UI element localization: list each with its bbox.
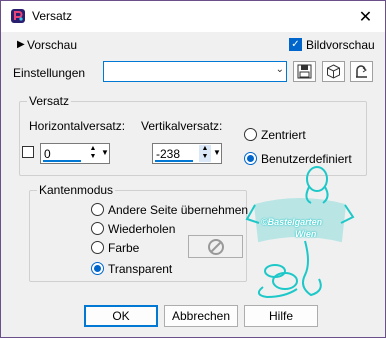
dialog-window: Versatz ✕ ▶ Vorschau ✓ Bildvorschau Eins… bbox=[0, 0, 386, 338]
versatz-group-label: Versatz bbox=[27, 94, 72, 108]
edge-mode-radio[interactable] bbox=[91, 222, 104, 235]
cube-icon bbox=[327, 64, 340, 79]
close-button[interactable]: ✕ bbox=[346, 1, 385, 32]
dropdown-arrow-icon[interactable]: ▼ bbox=[213, 148, 221, 157]
edge-mode-option: Transparent bbox=[108, 262, 173, 276]
settings-label: Einstellungen bbox=[13, 66, 86, 80]
dropdown-arrow-icon[interactable]: ▼ bbox=[101, 148, 109, 157]
save-preset-button[interactable] bbox=[293, 61, 316, 82]
save-icon bbox=[297, 64, 312, 79]
spin-updown-icon[interactable]: ▲ ▼ bbox=[199, 145, 211, 162]
expand-chevron-icon[interactable]: ▶ bbox=[17, 39, 25, 50]
title-bar[interactable]: Versatz ✕ bbox=[1, 1, 385, 32]
zentriert-label: Zentriert bbox=[261, 128, 306, 142]
help-button[interactable]: Hilfe bbox=[244, 305, 318, 327]
window-title: Versatz bbox=[32, 9, 73, 23]
edge-mode-option: Farbe bbox=[108, 241, 140, 255]
help-label: Hilfe bbox=[268, 309, 293, 323]
bildvorschau-label: Bildvorschau bbox=[306, 38, 375, 52]
horizontal-offset-value: 0 bbox=[44, 147, 51, 161]
vertical-offset-input[interactable]: -238 ▲ ▼ ▼ bbox=[152, 143, 222, 164]
close-icon: ✕ bbox=[358, 8, 373, 26]
chevron-down-icon[interactable]: ⌄ bbox=[276, 64, 284, 75]
input-underline bbox=[43, 160, 81, 162]
zentriert-radio[interactable] bbox=[244, 128, 257, 141]
ok-label: OK bbox=[112, 309, 130, 323]
link-offsets-checkbox[interactable] bbox=[22, 146, 34, 158]
edge-mode-radio[interactable] bbox=[91, 203, 104, 216]
edge-mode-radio[interactable] bbox=[91, 262, 104, 275]
horizontal-offset-input[interactable]: 0 ▲ ▼ ▼ bbox=[40, 143, 110, 164]
input-underline bbox=[155, 160, 193, 162]
cancel-label: Abbrechen bbox=[171, 309, 231, 323]
app-logo-icon bbox=[11, 9, 25, 23]
watermark-text-line1: ©Bastelgarten bbox=[261, 217, 323, 227]
settings-combo[interactable]: ⌄ bbox=[103, 61, 287, 82]
kantenmodus-group-label: Kantenmodus bbox=[37, 183, 116, 197]
spin-updown-icon[interactable]: ▲ ▼ bbox=[87, 145, 99, 162]
watermark-logo: ©Bastelgarten Wien bbox=[245, 163, 355, 301]
bildvorschau-checkbox[interactable]: ✓ bbox=[289, 38, 302, 51]
cancel-button[interactable]: Abbrechen bbox=[164, 305, 238, 327]
edge-mode-option: Andere Seite übernehmen bbox=[108, 203, 249, 217]
edge-mode-option: Wiederholen bbox=[108, 222, 176, 236]
edge-mode-radio[interactable] bbox=[91, 241, 104, 254]
ok-button[interactable]: OK bbox=[84, 305, 158, 327]
watermark-text-line2: Wien bbox=[295, 229, 317, 239]
horizontal-offset-label: Horizontalversatz: bbox=[29, 119, 126, 133]
vertical-offset-value: -238 bbox=[156, 147, 181, 161]
color-swatch-button[interactable] bbox=[188, 235, 243, 258]
vertical-offset-label: Vertikalversatz: bbox=[141, 119, 223, 133]
randomize-icon bbox=[356, 65, 367, 78]
preview-toggle[interactable]: Vorschau bbox=[27, 38, 77, 52]
preset-manager-button[interactable] bbox=[350, 61, 373, 82]
no-color-icon bbox=[207, 238, 224, 255]
reset-preset-button[interactable] bbox=[322, 61, 345, 82]
